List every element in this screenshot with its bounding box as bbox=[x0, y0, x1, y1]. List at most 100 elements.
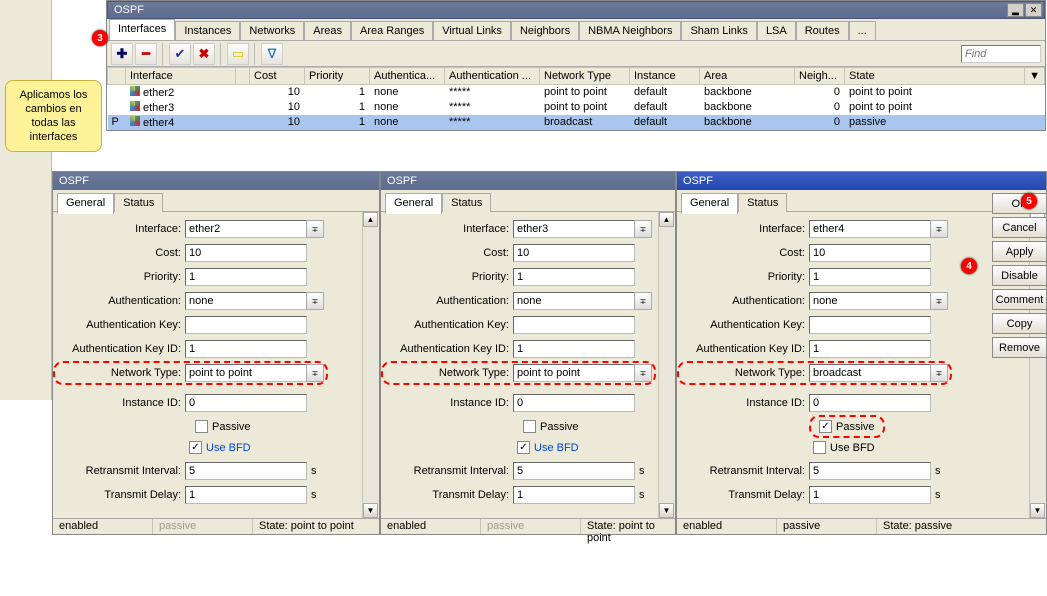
passive-checkbox[interactable] bbox=[819, 420, 832, 433]
auth-key-field[interactable] bbox=[185, 316, 307, 334]
cost-field[interactable] bbox=[809, 244, 931, 262]
auth-key-id-field[interactable] bbox=[809, 340, 931, 358]
cost-field[interactable] bbox=[185, 244, 307, 262]
tab-interfaces[interactable]: Interfaces bbox=[109, 19, 175, 40]
find-input[interactable] bbox=[961, 45, 1041, 63]
tab-nbma-neighbors[interactable]: NBMA Neighbors bbox=[579, 21, 681, 40]
tab-virtual-links[interactable]: Virtual Links bbox=[433, 21, 511, 40]
network-type-field[interactable] bbox=[809, 364, 931, 382]
copy-button[interactable]: Copy bbox=[992, 313, 1047, 334]
dropdown-icon[interactable]: ∓ bbox=[634, 220, 652, 238]
minimize-icon[interactable]: ▂ bbox=[1007, 3, 1024, 17]
filter-button[interactable]: ∇ bbox=[261, 43, 283, 65]
network-type-field[interactable] bbox=[185, 364, 307, 382]
comment-button-2[interactable]: Comment bbox=[992, 289, 1047, 310]
scroll-up-icon[interactable]: ▲ bbox=[659, 212, 674, 227]
retransmit-field[interactable] bbox=[185, 462, 307, 480]
tab-lsa[interactable]: LSA bbox=[757, 21, 796, 40]
dropdown-icon[interactable]: ∓ bbox=[306, 364, 324, 382]
tab-general[interactable]: General bbox=[681, 193, 738, 214]
dropdown-icon[interactable]: ∓ bbox=[306, 220, 324, 238]
remove-button-2[interactable]: Remove bbox=[992, 337, 1047, 358]
retransmit-field[interactable] bbox=[809, 462, 931, 480]
scroll-up-icon[interactable]: ▲ bbox=[363, 212, 378, 227]
scroll-down-icon[interactable]: ▼ bbox=[659, 503, 674, 518]
instance-id-field[interactable] bbox=[185, 394, 307, 412]
dropdown-icon[interactable]: ∓ bbox=[930, 292, 948, 310]
scroll-down-icon[interactable]: ▼ bbox=[1030, 503, 1045, 518]
col-cost[interactable]: Cost bbox=[250, 68, 305, 85]
priority-field[interactable] bbox=[513, 268, 635, 286]
tab-instances[interactable]: Instances bbox=[175, 21, 240, 40]
auth-key-field[interactable] bbox=[809, 316, 931, 334]
auth-key-id-field[interactable] bbox=[185, 340, 307, 358]
col-area[interactable]: Area bbox=[700, 68, 795, 85]
col-priority[interactable]: Priority bbox=[305, 68, 370, 85]
col-flag[interactable] bbox=[108, 68, 126, 85]
dropdown-icon[interactable]: ∓ bbox=[930, 364, 948, 382]
network-type-field[interactable] bbox=[513, 364, 635, 382]
delay-field[interactable] bbox=[513, 486, 635, 504]
table-row[interactable]: Pether4101none*****broadcastdefaultbackb… bbox=[108, 115, 1045, 130]
window-titlebar[interactable]: OSPF ▂ ✕ bbox=[107, 1, 1045, 19]
delay-field[interactable] bbox=[185, 486, 307, 504]
tab-neighbors[interactable]: Neighbors bbox=[511, 21, 579, 40]
ok-button[interactable]: OK bbox=[992, 193, 1047, 214]
tab-routes[interactable]: Routes bbox=[796, 21, 849, 40]
auth-field[interactable] bbox=[185, 292, 307, 310]
col-menu[interactable]: ▼ bbox=[1025, 68, 1045, 85]
col-ntype[interactable]: Network Type bbox=[540, 68, 630, 85]
disable-button-2[interactable]: Disable bbox=[992, 265, 1047, 286]
passive-checkbox[interactable] bbox=[195, 420, 208, 433]
dialog-titlebar[interactable]: OSPF bbox=[381, 172, 675, 190]
instance-id-field[interactable] bbox=[513, 394, 635, 412]
tab-general[interactable]: General bbox=[57, 193, 114, 214]
col-state[interactable]: State bbox=[845, 68, 1025, 85]
col-authkey[interactable]: Authentication ... bbox=[445, 68, 540, 85]
interface-field[interactable] bbox=[513, 220, 635, 238]
dropdown-icon[interactable]: ∓ bbox=[306, 292, 324, 310]
scroll-down-icon[interactable]: ▼ bbox=[363, 503, 378, 518]
use-bfd-checkbox[interactable] bbox=[189, 441, 202, 454]
tab-sham-links[interactable]: Sham Links bbox=[681, 21, 756, 40]
retransmit-field[interactable] bbox=[513, 462, 635, 480]
tab-networks[interactable]: Networks bbox=[240, 21, 304, 40]
auth-key-field[interactable] bbox=[513, 316, 635, 334]
auth-key-id-field[interactable] bbox=[513, 340, 635, 358]
interface-field[interactable] bbox=[809, 220, 931, 238]
use-bfd-checkbox[interactable] bbox=[813, 441, 826, 454]
use-bfd-checkbox[interactable] bbox=[517, 441, 530, 454]
tab-area-ranges[interactable]: Area Ranges bbox=[351, 21, 433, 40]
tab-general[interactable]: General bbox=[385, 193, 442, 214]
tab-status[interactable]: Status bbox=[442, 193, 491, 212]
auth-field[interactable] bbox=[513, 292, 635, 310]
disable-button[interactable]: ✖ bbox=[193, 43, 215, 65]
cancel-button[interactable]: Cancel bbox=[992, 217, 1047, 238]
tab-more[interactable]: ... bbox=[849, 21, 876, 40]
dialog-titlebar[interactable]: OSPF bbox=[677, 172, 1046, 190]
col-sort[interactable] bbox=[236, 68, 250, 85]
table-row[interactable]: ether3101none*****point to pointdefaultb… bbox=[108, 100, 1045, 115]
dropdown-icon[interactable]: ∓ bbox=[634, 364, 652, 382]
dropdown-icon[interactable]: ∓ bbox=[930, 220, 948, 238]
comment-button[interactable]: ▭ bbox=[227, 43, 249, 65]
apply-button[interactable]: Apply bbox=[992, 241, 1047, 262]
col-neigh[interactable]: Neigh... bbox=[795, 68, 845, 85]
priority-field[interactable] bbox=[809, 268, 931, 286]
enable-button[interactable]: ✔ bbox=[169, 43, 191, 65]
close-icon[interactable]: ✕ bbox=[1025, 3, 1042, 17]
add-button[interactable]: ✚ bbox=[111, 43, 133, 65]
interface-field[interactable] bbox=[185, 220, 307, 238]
delay-field[interactable] bbox=[809, 486, 931, 504]
dropdown-icon[interactable]: ∓ bbox=[634, 292, 652, 310]
col-instance[interactable]: Instance bbox=[630, 68, 700, 85]
col-interface[interactable]: Interface bbox=[126, 68, 236, 85]
tab-status[interactable]: Status bbox=[114, 193, 163, 212]
passive-checkbox[interactable] bbox=[523, 420, 536, 433]
remove-button[interactable]: ━ bbox=[135, 43, 157, 65]
instance-id-field[interactable] bbox=[809, 394, 931, 412]
tab-areas[interactable]: Areas bbox=[304, 21, 351, 40]
col-auth[interactable]: Authentica... bbox=[370, 68, 445, 85]
tab-status[interactable]: Status bbox=[738, 193, 787, 212]
table-row[interactable]: ether2101none*****point to pointdefaultb… bbox=[108, 85, 1045, 100]
